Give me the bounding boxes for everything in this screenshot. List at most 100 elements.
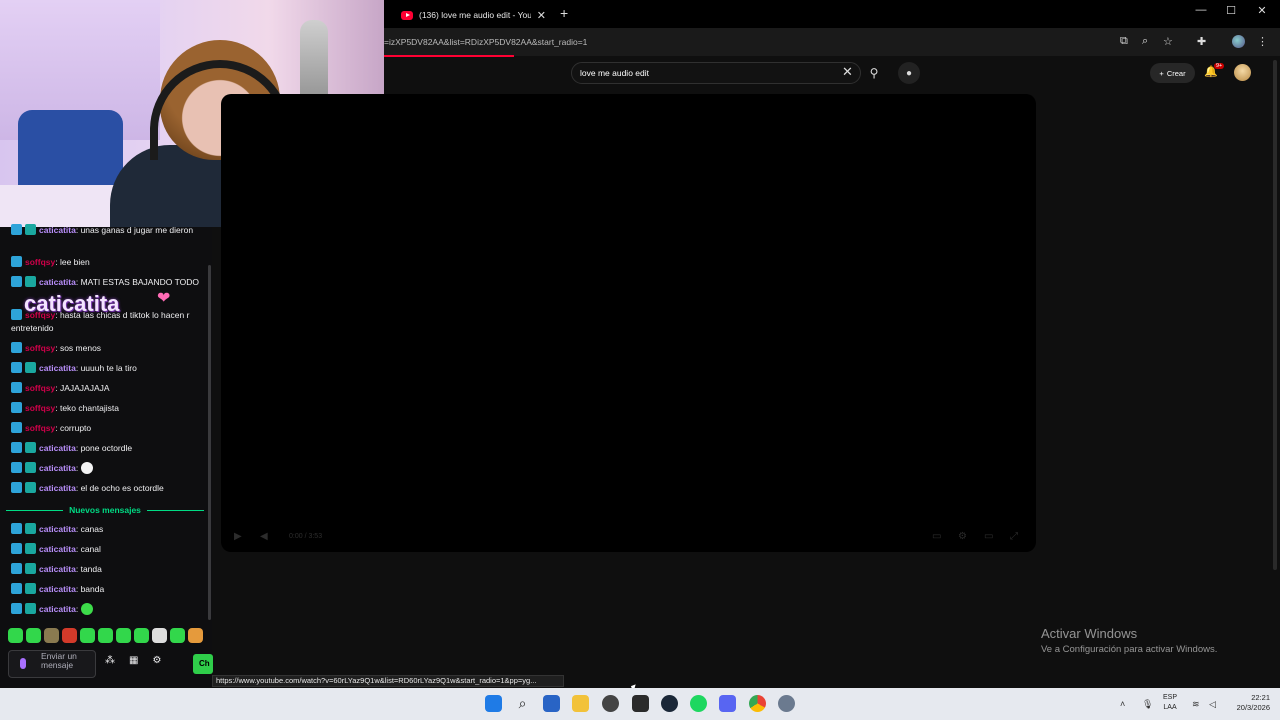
search-taskbar-icon[interactable]: ⌕: [514, 695, 531, 712]
chrome-icon[interactable]: [749, 695, 766, 712]
video-player[interactable]: [221, 94, 1036, 552]
chat-text: : corrupto: [55, 423, 92, 433]
clock-time: 22:21: [1251, 693, 1270, 702]
close-window-icon[interactable]: ✕: [1247, 4, 1277, 17]
maximize-icon[interactable]: ☐: [1216, 4, 1246, 17]
points-icon[interactable]: ⁂: [105, 655, 115, 666]
create-button[interactable]: + Crear: [1150, 63, 1195, 83]
tray-mic-icon[interactable]: 🎙: [1142, 699, 1153, 710]
windows-start-icon[interactable]: [485, 695, 502, 712]
voice-search-icon[interactable]: ●: [898, 62, 920, 84]
play-icon[interactable]: ▶: [234, 531, 242, 542]
theater-mode-icon[interactable]: ▭: [984, 531, 993, 542]
chat-username[interactable]: soffqsy: [25, 403, 55, 413]
emote-icon[interactable]: [188, 628, 203, 643]
emote-icon[interactable]: [116, 628, 131, 643]
page-scrollbar[interactable]: [1272, 60, 1278, 680]
settings-gear-icon[interactable]: ⚙: [152, 655, 161, 666]
language-code: ESP: [1163, 694, 1178, 701]
epic-games-icon[interactable]: [632, 695, 649, 712]
emote-icon[interactable]: [134, 628, 149, 643]
speaker-icon[interactable]: ◁: [1209, 699, 1216, 710]
chat-username[interactable]: caticatita: [39, 443, 76, 453]
chat-text: : el de ocho es octordle: [75, 483, 164, 493]
clear-search-icon[interactable]: ✕: [842, 64, 853, 80]
store-icon[interactable]: ▦: [129, 655, 138, 666]
browser-menu-icon[interactable]: ⋮: [1257, 35, 1268, 48]
chat-username[interactable]: caticatita: [39, 463, 76, 473]
chat-username[interactable]: caticatita: [39, 604, 76, 614]
chat-username[interactable]: soffqsy: [25, 423, 55, 433]
chat-input[interactable]: Enviar un mensaje: [8, 650, 96, 678]
badge-icon: [11, 422, 22, 433]
emote-icon[interactable]: [26, 628, 41, 643]
chat-send-button[interactable]: Ch: [193, 654, 213, 674]
volume-icon[interactable]: ◀: [260, 531, 268, 542]
emote-icon[interactable]: [152, 628, 167, 643]
extensions-icon[interactable]: ✚: [1197, 35, 1206, 48]
chat-scrollbar[interactable]: [208, 265, 211, 620]
chat-username[interactable]: caticatita: [39, 483, 76, 493]
search-icon[interactable]: ⚲: [860, 62, 888, 84]
bookmark-star-icon[interactable]: ☆: [1163, 35, 1173, 48]
new-tab-button[interactable]: +: [560, 5, 568, 21]
account-avatar[interactable]: [1234, 64, 1251, 81]
video-time: 0:00 / 3:53: [289, 533, 323, 540]
emote-icon[interactable]: [8, 628, 23, 643]
minimize-icon[interactable]: —: [1186, 4, 1216, 16]
steam-icon[interactable]: [661, 695, 678, 712]
chat-text: : teko chantajista: [55, 403, 120, 413]
address-bar[interactable]: =izXP5DV82AA&list=RDizXP5DV82AA&start_ra…: [384, 32, 1104, 52]
chat-username[interactable]: caticatita: [39, 584, 76, 594]
tray-expand-icon[interactable]: ˄: [1120, 699, 1125, 709]
clock-date: 20/3/2026: [1236, 703, 1270, 712]
emote-icon[interactable]: [80, 628, 95, 643]
chat-username[interactable]: caticatita: [39, 524, 76, 534]
badge-icon: [11, 563, 22, 574]
chat-username[interactable]: soffqsy: [25, 343, 55, 353]
search-input[interactable]: love me audio edit: [571, 62, 861, 84]
chat-username[interactable]: caticatita: [39, 544, 76, 554]
emote-icon[interactable]: [62, 628, 77, 643]
tab-close-icon[interactable]: ✕: [537, 9, 546, 22]
emote-icon[interactable]: [44, 628, 59, 643]
browser-profile-avatar[interactable]: [1232, 35, 1245, 48]
badge-icon: [11, 523, 22, 534]
emote-icon[interactable]: [98, 628, 113, 643]
taskbar-clock[interactable]: 22:21 20/3/2026: [1228, 693, 1270, 713]
settings-icon[interactable]: ⚙: [958, 531, 967, 542]
spotify-icon[interactable]: [690, 695, 707, 712]
badge-icon: [11, 603, 22, 614]
microsoft-store-icon[interactable]: [543, 695, 560, 712]
chat-username[interactable]: caticatita: [39, 564, 76, 574]
fullscreen-icon[interactable]: ⤢: [1010, 531, 1018, 542]
chat-message: caticatita:: [11, 462, 201, 475]
screen: (136) love me audio edit - YouT ✕ + — ☐ …: [0, 0, 1280, 720]
file-explorer-icon[interactable]: [572, 695, 589, 712]
badge-icon: [11, 382, 22, 393]
input-language[interactable]: ESP LAA: [1163, 693, 1177, 713]
new-messages-label: Nuevos mensajes: [69, 505, 141, 515]
install-app-icon[interactable]: ⧉: [1120, 35, 1128, 48]
sub-alert-overlay: caticatita: [24, 291, 120, 316]
badge-icon: [25, 462, 36, 473]
discord-icon[interactable]: [719, 695, 736, 712]
chat-username[interactable]: caticatita: [39, 225, 76, 235]
chat-toolbar: ⁂ ▦ ⚙: [105, 655, 161, 666]
emote-icon[interactable]: [170, 628, 185, 643]
notifications-badge: 9+: [1214, 63, 1225, 69]
tab-title: (136) love me audio edit - YouT: [419, 10, 531, 20]
chat-username[interactable]: soffqsy: [25, 383, 55, 393]
settings-app-icon[interactable]: [778, 695, 795, 712]
chat-username[interactable]: caticatita: [39, 277, 76, 287]
chat-username[interactable]: soffqsy: [25, 257, 55, 267]
chat-username[interactable]: caticatita: [39, 363, 76, 373]
zoom-icon[interactable]: ⌕: [1142, 35, 1148, 48]
subtitles-icon[interactable]: ▭: [932, 531, 941, 542]
chat-message: caticatita: MATI ESTAS BAJANDO TODO: [11, 276, 201, 289]
badge-icon: [25, 523, 36, 534]
wifi-icon[interactable]: ≋: [1192, 699, 1200, 710]
obs-icon[interactable]: [602, 695, 619, 712]
microphone-icon[interactable]: [20, 658, 26, 669]
browser-tab[interactable]: (136) love me audio edit - YouT ✕: [395, 4, 552, 26]
